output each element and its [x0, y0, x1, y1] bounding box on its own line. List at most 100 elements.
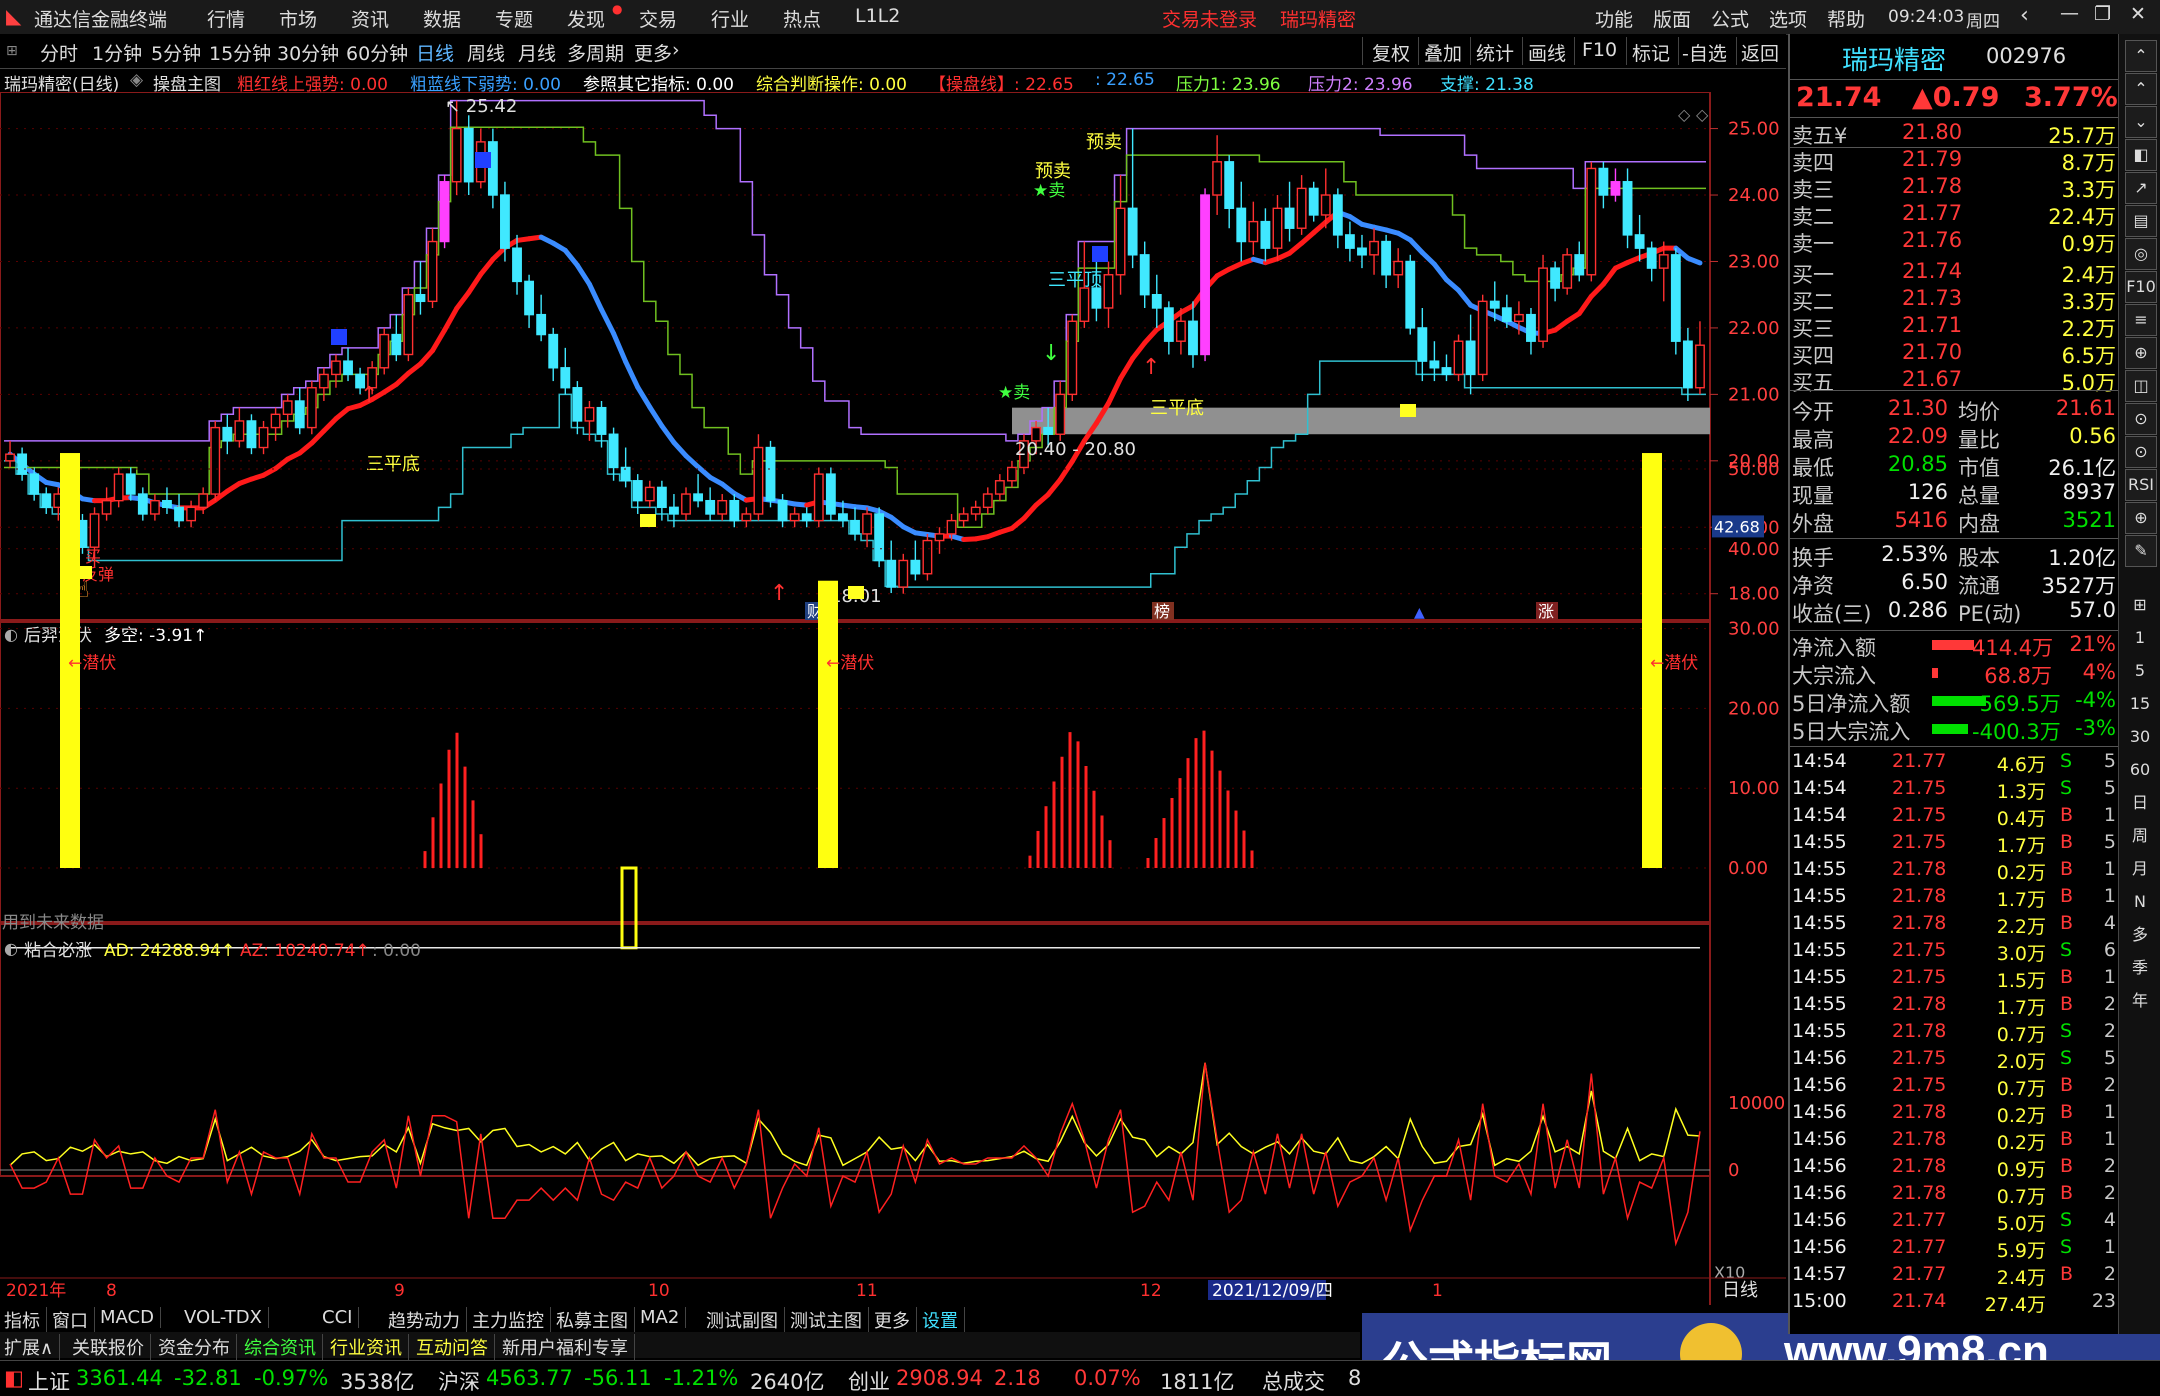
- sidebar-button[interactable]: ✎: [2125, 535, 2157, 567]
- sidebar-button[interactable]: 周: [2125, 821, 2155, 851]
- sidebar-button[interactable]: ◎: [2125, 238, 2157, 270]
- sidebar-button[interactable]: 15: [2125, 689, 2155, 719]
- menu-banmian[interactable]: 版面: [1653, 5, 1691, 32]
- index-item[interactable]: 创业2908.942.180.07%1811亿: [848, 1361, 1258, 1395]
- ask-row[interactable]: 卖四21.798.7万: [1790, 147, 2120, 174]
- sidebar-button[interactable]: ⊙: [2125, 403, 2157, 435]
- tool-fuquan[interactable]: 复权: [1372, 39, 1410, 66]
- back-icon[interactable]: ‹: [2020, 3, 2029, 28]
- menu-shichang[interactable]: 市场: [279, 5, 317, 32]
- sidebar-button[interactable]: ◧: [2125, 139, 2157, 171]
- indicator-tab[interactable]: MACD: [100, 1307, 161, 1328]
- extension-tab[interactable]: 互动问答: [416, 1334, 495, 1360]
- menu-gongneng[interactable]: 功能: [1595, 5, 1633, 32]
- period-1min[interactable]: 1分钟: [92, 39, 142, 66]
- indicator-tab[interactable]: MA2: [640, 1307, 686, 1328]
- bid-row[interactable]: 买二21.733.3万: [1790, 286, 2120, 313]
- indicator-tab[interactable]: 设置: [922, 1307, 965, 1333]
- sidebar-button[interactable]: 日: [2125, 788, 2155, 818]
- indicator-tab[interactable]: 测试副图: [706, 1307, 785, 1333]
- menu-bangzhu[interactable]: 帮助: [1827, 5, 1865, 32]
- sidebar-button[interactable]: ≡: [2125, 304, 2157, 336]
- sidebar-button[interactable]: 5: [2125, 656, 2155, 686]
- sidebar-button[interactable]: 30: [2125, 722, 2155, 752]
- sidebar-button[interactable]: ⊞: [2125, 590, 2155, 620]
- index-item[interactable]: 上证3361.44-32.81-0.97%3538亿: [28, 1361, 438, 1395]
- tool-huaxian[interactable]: 画线: [1528, 39, 1566, 66]
- menu-l1l2[interactable]: L1L2: [855, 5, 900, 27]
- period-daily[interactable]: 日线: [416, 39, 454, 66]
- ask-row[interactable]: 卖一21.760.9万: [1790, 228, 2120, 255]
- menu-hangye[interactable]: 行业: [711, 5, 749, 32]
- sidebar-button[interactable]: ◫: [2125, 370, 2157, 402]
- indicator-tab[interactable]: 趋势动力: [388, 1307, 467, 1333]
- menu-hangqing[interactable]: 行情: [207, 5, 245, 32]
- menu-gongshi[interactable]: 公式: [1711, 5, 1749, 32]
- tool-f10[interactable]: F10: [1582, 39, 1617, 61]
- tool-fanhui[interactable]: 返回: [1741, 39, 1779, 66]
- indicator-tab[interactable]: 测试主图: [790, 1307, 869, 1333]
- menu-zhuanti[interactable]: 专题: [495, 5, 533, 32]
- menu-zixun[interactable]: 资讯: [351, 5, 389, 32]
- ask-row[interactable]: 卖二21.7722.4万: [1790, 201, 2120, 228]
- sidebar-button[interactable]: ⌃: [2125, 73, 2157, 105]
- menu-redian[interactable]: 热点: [783, 5, 821, 32]
- indicator-tab[interactable]: 窗口: [52, 1307, 95, 1333]
- period-more[interactable]: 更多: [634, 39, 672, 66]
- extension-tab[interactable]: 行业资讯: [330, 1334, 409, 1360]
- sidebar-button[interactable]: ↗: [2125, 172, 2157, 204]
- kline-chart-area[interactable]: 25.0024.0023.0022.0021.0020.0019.0018.00…: [0, 92, 1786, 1305]
- minimize-icon[interactable]: —: [2060, 2, 2079, 24]
- tool-tongji[interactable]: 统计: [1476, 39, 1514, 66]
- sidebar-button[interactable]: ⌃: [2125, 40, 2157, 72]
- bid-row[interactable]: 买一21.742.4万: [1790, 259, 2120, 286]
- extension-tab[interactable]: 资金分布: [158, 1334, 237, 1360]
- period-5min[interactable]: 5分钟: [151, 39, 201, 66]
- ask-row[interactable]: 卖三21.783.3万: [1790, 174, 2120, 201]
- menu-shuju[interactable]: 数据: [423, 5, 461, 32]
- login-status[interactable]: 交易未登录: [1162, 5, 1257, 32]
- period-monthly[interactable]: 月线: [518, 39, 556, 66]
- tool-diejia[interactable]: 叠加: [1424, 39, 1462, 66]
- sidebar-button[interactable]: ⌄: [2125, 106, 2157, 138]
- extension-tab[interactable]: 新用户福利专享: [502, 1334, 635, 1360]
- indicator-tab[interactable]: 主力监控: [472, 1307, 551, 1333]
- sidebar-button[interactable]: ▤: [2125, 205, 2157, 237]
- indicator-tab[interactable]: 更多: [874, 1307, 917, 1333]
- menu-faxian[interactable]: 发现: [567, 5, 605, 32]
- restore-icon[interactable]: ❐: [2094, 3, 2111, 25]
- sidebar-button[interactable]: ⊕: [2125, 502, 2157, 534]
- sidebar-button[interactable]: 1: [2125, 623, 2155, 653]
- index-item[interactable]: 沪深4563.77-56.11-1.21%2640亿: [438, 1361, 848, 1395]
- close-icon[interactable]: ✕: [2130, 3, 2146, 25]
- period-fenshi[interactable]: 分时: [40, 39, 78, 66]
- period-multi[interactable]: 多周期: [567, 39, 624, 66]
- sidebar-button[interactable]: 60: [2125, 755, 2155, 785]
- extension-tab[interactable]: 扩展∧: [4, 1334, 60, 1360]
- sidebar-button[interactable]: F10: [2125, 271, 2157, 303]
- sidebar-button[interactable]: N: [2125, 887, 2155, 917]
- ask-row[interactable]: 卖五¥21.8025.7万: [1790, 120, 2120, 147]
- bid-row[interactable]: 买三21.712.2万: [1790, 313, 2120, 340]
- indicator-tab[interactable]: 指标: [4, 1307, 47, 1333]
- sidebar-button[interactable]: RSI: [2125, 469, 2157, 501]
- sidebar-button[interactable]: 月: [2125, 854, 2155, 884]
- sidebar-button[interactable]: 年: [2125, 986, 2155, 1016]
- period-30min[interactable]: 30分钟: [277, 39, 339, 66]
- period-15min[interactable]: 15分钟: [209, 39, 271, 66]
- sidebar-button[interactable]: 多: [2125, 920, 2155, 950]
- period-60min[interactable]: 60分钟: [346, 39, 408, 66]
- indicator-tab[interactable]: CCI: [322, 1307, 359, 1328]
- indicator-tab[interactable]: VOL-TDX: [184, 1307, 269, 1328]
- sidebar-button[interactable]: 季: [2125, 953, 2155, 983]
- expand-icon[interactable]: ⊞: [6, 43, 18, 59]
- menu-xuanxiang[interactable]: 选项: [1769, 5, 1807, 32]
- period-weekly[interactable]: 周线: [467, 39, 505, 66]
- sidebar-button[interactable]: ⊙: [2125, 436, 2157, 468]
- sidebar-button[interactable]: ⊕: [2125, 337, 2157, 369]
- tool-biaoji[interactable]: 标记: [1632, 39, 1670, 66]
- extension-tab[interactable]: 关联报价: [72, 1334, 151, 1360]
- indicator-tab[interactable]: 私募主图: [556, 1307, 635, 1333]
- menu-jiaoyi[interactable]: 交易: [639, 5, 677, 32]
- extension-tab[interactable]: 综合资讯: [244, 1334, 323, 1360]
